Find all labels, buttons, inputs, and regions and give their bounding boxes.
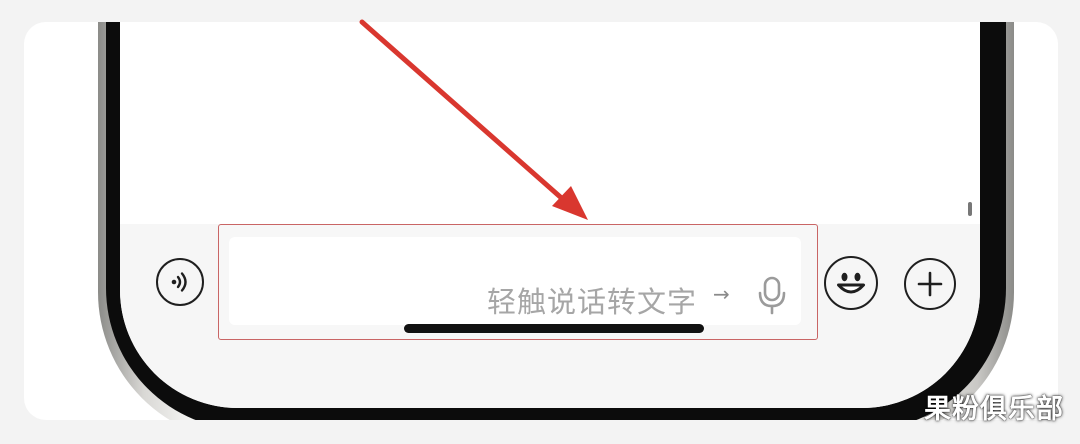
input-field[interactable]: 轻触说话转文字 → <box>229 237 801 325</box>
scroll-indicator[interactable] <box>968 202 972 216</box>
microphone-icon[interactable] <box>757 275 787 315</box>
emoji-button[interactable] <box>824 256 878 310</box>
emoji-icon <box>837 272 865 294</box>
phone-screen: 轻触说话转文字 → <box>120 22 980 408</box>
screenshot-stage: 轻触说话转文字 → 果粉俱乐部 <box>0 0 1080 444</box>
voice-to-text-hint: 轻触说话转文字 <box>486 285 697 319</box>
home-indicator[interactable] <box>404 324 704 333</box>
watermark-text: 果粉俱乐部 <box>924 394 1064 425</box>
chat-area <box>120 22 980 224</box>
chat-input-bar: 轻触说话转文字 → <box>120 224 980 408</box>
add-button[interactable] <box>904 258 956 310</box>
voice-to-text-input[interactable]: 轻触说话转文字 → <box>218 224 818 340</box>
plus-icon <box>917 271 943 297</box>
hint-arrow-icon: → <box>713 282 730 306</box>
voice-wave-icon <box>171 272 187 292</box>
voice-button[interactable] <box>156 258 204 306</box>
image-card: 轻触说话转文字 → <box>24 22 1058 420</box>
